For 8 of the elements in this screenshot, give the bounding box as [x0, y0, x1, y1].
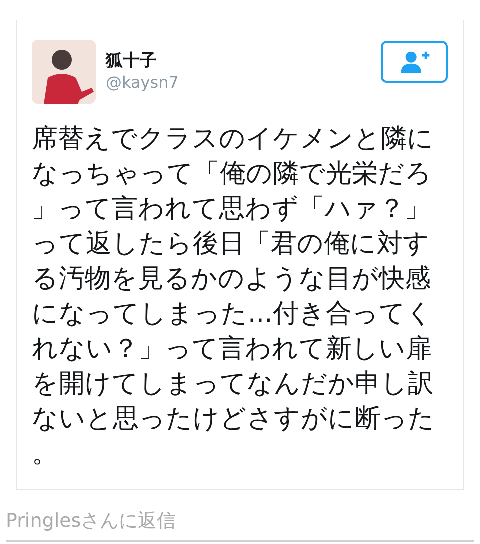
reply-input[interactable]: Pringlesさんに返信	[6, 506, 474, 536]
tweet-text: 席替えでクラスのイケメンと隣になっちゃって「俺の隣で光栄だろ」って言われて思わず「ハァ？」って返したら後日「君の俺に対する汚物を見るかのような目が快感になってしまった...付き合ってくれない？」って言われて新しい扉を開けてしまってなんだか申し訳ないと思ったけどさすがに断った。	[32, 123, 436, 471]
follow-button[interactable]	[381, 41, 448, 83]
reply-field[interactable]: Pringlesさんに返信	[6, 502, 474, 542]
avatar[interactable]	[32, 40, 96, 104]
author-handle: @kaysn7	[106, 72, 179, 94]
add-user-icon	[400, 51, 430, 73]
author-name: 狐十子	[106, 50, 158, 72]
